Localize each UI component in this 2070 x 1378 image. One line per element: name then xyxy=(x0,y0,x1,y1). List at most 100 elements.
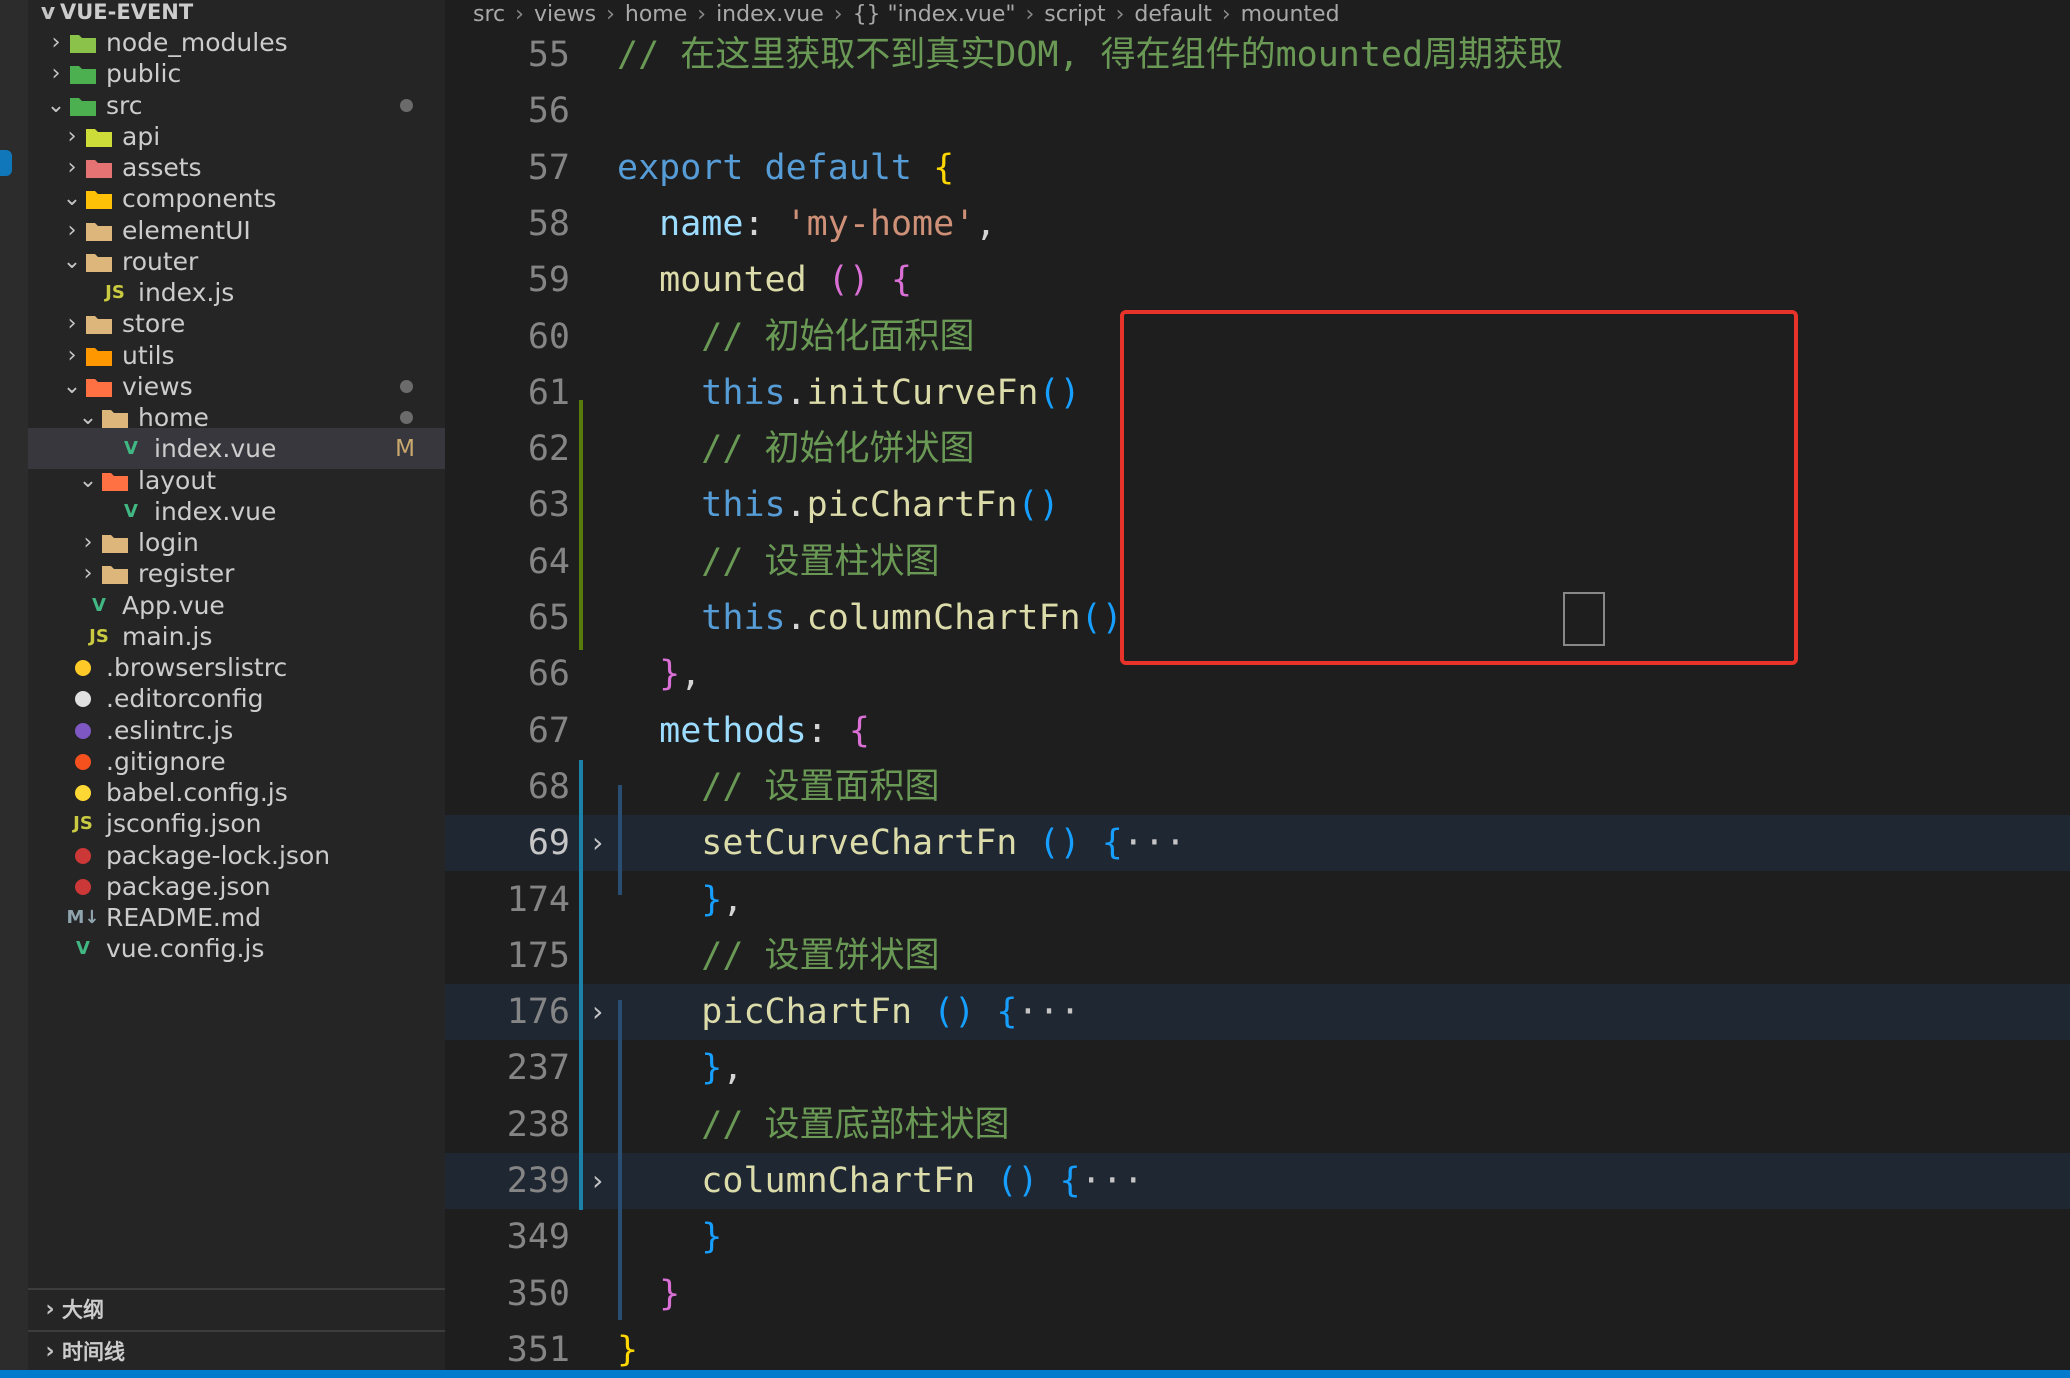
code-token: export default xyxy=(617,147,934,188)
code-line[interactable]: 350 } xyxy=(445,1266,2070,1322)
breadcrumb-item[interactable]: {} "index.vue" xyxy=(853,2,1016,27)
line-number: 66 xyxy=(527,654,570,695)
code-text: this.columnChartFn() xyxy=(617,590,1123,646)
code-text: this.initCurveFn() xyxy=(617,365,1081,421)
breadcrumb-item[interactable]: home xyxy=(625,2,687,27)
code-token: { xyxy=(1101,823,1123,864)
code-editor[interactable]: src › views › home › index.vue › {} "index.vue" ›… xyxy=(445,0,2070,1370)
vue-file-icon: V xyxy=(124,501,138,522)
node-modules-folder-icon xyxy=(68,30,98,56)
code-token: () xyxy=(1038,372,1081,413)
code-line[interactable]: 55 // 在这里获取不到真实DOM, 得在组件的mounted周期获取 xyxy=(445,27,2070,83)
code-token: ··· xyxy=(1122,823,1186,864)
line-number: 61 xyxy=(527,372,570,413)
timeline-panel-header[interactable]: › 时间线 xyxy=(28,1330,445,1370)
code-text: columnChartFn () {··· xyxy=(617,1153,1144,1209)
code-text: }, xyxy=(617,646,701,702)
outline-panel-header[interactable]: › 大纲 xyxy=(28,1288,445,1328)
code-line[interactable]: 238 // 设置底部柱状图 xyxy=(445,1097,2070,1153)
git-modified-gutter xyxy=(579,760,583,1210)
tree-item-label: jsconfig.json xyxy=(106,809,262,838)
code-token: () xyxy=(1038,823,1081,864)
chevron-down-icon: ⌄ xyxy=(62,374,82,399)
breadcrumb-item[interactable]: index.vue xyxy=(716,2,824,27)
code-line[interactable]: 175 // 设置饼状图 xyxy=(445,928,2070,984)
code-line[interactable]: 69 › setCurveChartFn () {··· xyxy=(445,815,2070,872)
vue-file-icon: V xyxy=(92,595,106,616)
breadcrumb-item[interactable]: script xyxy=(1044,2,1105,27)
code-line[interactable]: 176 › picChartFn () {··· xyxy=(445,984,2070,1041)
line-number: 239 xyxy=(506,1161,570,1201)
tree-item-label: components xyxy=(122,184,277,213)
breadcrumb-item[interactable]: default xyxy=(1134,2,1211,27)
code-line[interactable]: 67 methods: { xyxy=(445,703,2070,759)
tree-item-label: .editorconfig xyxy=(106,684,264,713)
code-line[interactable]: 174 }, xyxy=(445,872,2070,928)
breadcrumb-separator-icon: › xyxy=(515,1,524,27)
line-number: 63 xyxy=(527,485,570,526)
code-line[interactable]: 68 // 设置面积图 xyxy=(445,759,2070,815)
breadcrumb-item[interactable]: src xyxy=(473,2,505,27)
activity-indicator-icon[interactable] xyxy=(0,150,12,176)
folder-icon xyxy=(100,530,130,556)
code-token: . xyxy=(785,598,807,638)
code-line[interactable]: 237 }, xyxy=(445,1040,2070,1096)
code-line[interactable]: 56 xyxy=(445,83,2070,139)
code-token: columnChartFn xyxy=(806,598,1081,638)
code-token: , xyxy=(722,1048,744,1089)
chevron-right-icon: › xyxy=(51,30,61,55)
code-line[interactable]: 349 } xyxy=(445,1209,2070,1265)
code-token: () xyxy=(1080,598,1123,638)
code-token: initCurveFn xyxy=(806,372,1039,413)
code-token: () xyxy=(933,992,976,1033)
folder-icon xyxy=(84,249,114,275)
code-line[interactable]: 59 mounted () { xyxy=(445,252,2070,308)
code-token: , xyxy=(680,654,702,695)
explorer-sidebar: v VUE-EVENT › node_modules › public ⌄ src › api… xyxy=(28,0,445,1378)
code-token: { xyxy=(996,992,1018,1033)
chevron-down-icon: ⌄ xyxy=(78,405,98,430)
code-token: , xyxy=(975,203,997,244)
code-text: } xyxy=(617,1209,722,1265)
breadcrumb-item[interactable]: mounted xyxy=(1241,2,1340,27)
code-line[interactable]: 239 › columnChartFn () {··· xyxy=(445,1153,2070,1209)
modified-dot-icon xyxy=(400,411,413,424)
fold-chevron-icon[interactable]: › xyxy=(589,984,606,1040)
code-token: // 初始化面积图 xyxy=(701,316,975,357)
breadcrumb-item[interactable]: views xyxy=(534,2,596,27)
code-text: methods: { xyxy=(617,703,870,759)
code-line[interactable]: 351} xyxy=(445,1322,2070,1370)
git-modified-gutter xyxy=(579,400,583,650)
code-token: { xyxy=(890,260,913,301)
code-token: { xyxy=(1059,1161,1081,1201)
tree-item[interactable]: Vvue.config.js xyxy=(28,928,445,969)
explorer-root-title[interactable]: v VUE-EVENT xyxy=(28,0,445,25)
code-line[interactable]: 57 export default { xyxy=(445,140,2070,196)
fold-chevron-icon[interactable]: › xyxy=(589,815,606,871)
code-text: mounted () { xyxy=(617,252,912,308)
js-file-icon: JS xyxy=(105,282,125,303)
line-number: 58 xyxy=(527,203,570,244)
modified-dot-icon xyxy=(400,380,413,393)
code-text: // 在这里获取不到真实DOM, 得在组件的mounted周期获取 xyxy=(617,27,1563,83)
fold-chevron-icon[interactable]: › xyxy=(589,1153,606,1209)
code-token: // 在这里获取不到真实DOM, 得在组件的mounted周期获取 xyxy=(617,35,1564,75)
views-folder-icon xyxy=(84,374,114,400)
code-token: mounted xyxy=(659,260,828,301)
breadcrumb-separator-icon: › xyxy=(606,1,615,27)
code-token: this xyxy=(701,372,786,413)
code-line[interactable]: 58 name: 'my-home', xyxy=(445,196,2070,252)
src-folder-icon xyxy=(68,93,98,119)
code-token: methods xyxy=(659,710,807,751)
code-text: // 设置柱状图 xyxy=(617,534,939,590)
